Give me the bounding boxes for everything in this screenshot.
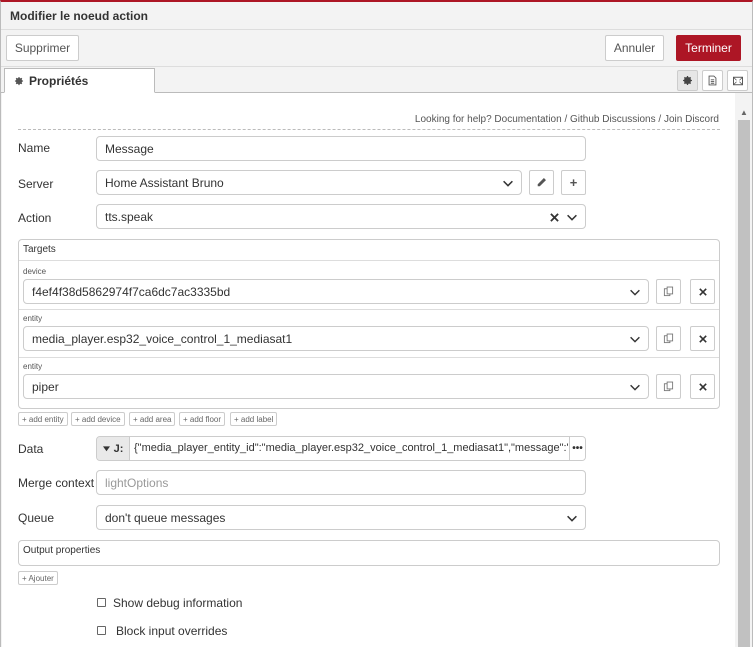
close-icon <box>698 287 707 296</box>
pencil-icon <box>537 178 546 187</box>
tab-description[interactable] <box>702 70 723 91</box>
merge-context-placeholder: lightOptions <box>105 475 169 490</box>
tab-properties-label: Propriétés <box>29 73 89 88</box>
target-kind-label: entity <box>23 362 43 371</box>
close-icon <box>698 382 707 391</box>
close-icon <box>698 334 707 343</box>
entity-select[interactable]: media_player.esp32_voice_control_1_media… <box>23 326 649 351</box>
merge-context-input[interactable]: lightOptions <box>96 470 586 495</box>
cancel-button[interactable]: Annuler <box>605 35 664 61</box>
clear-icon[interactable] <box>550 213 559 222</box>
edit-tray: Modifier le noeud action Supprimer Annul… <box>0 0 753 647</box>
server-value: Home Assistant Bruno <box>105 175 224 190</box>
add-server-button[interactable]: + <box>561 170 586 195</box>
entity-select[interactable]: piper <box>23 374 649 399</box>
debug-label: Show debug information <box>113 596 243 610</box>
action-select[interactable]: tts.speak <box>96 204 586 229</box>
tray-toolbar: Supprimer Annuler Terminer <box>1 31 752 67</box>
tabs-row: Propriétés <box>1 68 752 93</box>
delete-button[interactable]: Supprimer <box>6 35 79 61</box>
queue-label: Queue <box>18 511 55 525</box>
server-label: Server <box>18 177 54 191</box>
queue-value: don't queue messages <box>105 510 226 525</box>
data-input[interactable]: J: {"media_player_entity_id":"media_play… <box>96 436 586 461</box>
merge-context-label: Merge context <box>18 476 95 490</box>
add-label-button[interactable]: + add label <box>230 412 278 426</box>
plus-icon: + <box>569 175 578 190</box>
add-area-button[interactable]: + add area <box>129 412 176 426</box>
scrollbar-thumb[interactable] <box>738 120 750 647</box>
entity-value: media_player.esp32_voice_control_1_media… <box>32 331 293 346</box>
appearance-icon <box>732 76 743 85</box>
chevron-down-icon <box>630 336 640 343</box>
help-prefix: Looking for help? <box>414 114 492 125</box>
name-label: Name <box>18 141 51 155</box>
properties-panel: Looking for help? Documentation / Github… <box>2 93 735 647</box>
add-floor-button[interactable]: + add floor <box>179 412 226 426</box>
target-kind-label: device <box>23 267 47 276</box>
copy-button[interactable] <box>656 279 681 304</box>
targets-title: Targets <box>23 244 56 255</box>
data-value: {"media_player_entity_id":"media_player.… <box>130 437 569 460</box>
type-selector[interactable]: J: <box>97 437 130 460</box>
edit-server-button[interactable] <box>529 170 554 195</box>
entity-value: piper <box>32 379 59 394</box>
queue-select[interactable]: don't queue messages <box>96 505 586 530</box>
server-select[interactable]: Home Assistant Bruno <box>96 170 522 195</box>
scrollbar[interactable]: ▲ <box>736 104 752 647</box>
tray-title: Modifier le noeud action <box>1 2 752 30</box>
chevron-down-icon <box>567 214 577 221</box>
device-value: f4ef4f38d5862974f7ca6dc7ac3335bd <box>32 284 231 299</box>
block-overrides-checkbox[interactable] <box>97 626 106 635</box>
tab-appearance[interactable] <box>727 70 748 91</box>
target-row: entity piper <box>19 357 719 407</box>
done-button[interactable]: Terminer <box>676 35 741 61</box>
add-device-button[interactable]: + add device <box>71 412 125 426</box>
debug-checkbox[interactable] <box>97 598 106 607</box>
device-select[interactable]: f4ef4f38d5862974f7ca6dc7ac3335bd <box>23 279 649 304</box>
targets-group: Targets device f4ef4f38d5862974f7ca6dc7a… <box>18 239 720 409</box>
target-row: entity media_player.esp32_voice_control_… <box>19 309 719 357</box>
caret-down-icon <box>102 446 110 452</box>
remove-target-button[interactable] <box>690 374 715 399</box>
gear-icon <box>683 76 692 85</box>
add-output-button[interactable]: + Ajouter <box>18 571 58 585</box>
file-text-icon <box>708 75 717 86</box>
json-type-icon: J: <box>113 442 124 455</box>
copy-icon <box>663 381 674 392</box>
output-properties-group: Output properties <box>18 540 720 566</box>
documentation-link[interactable]: Documentation <box>494 114 561 125</box>
add-entity-button[interactable]: + add entity <box>18 412 68 426</box>
scroll-up-arrow-icon[interactable]: ▲ <box>736 104 752 120</box>
github-discussions-link[interactable]: Github Discussions <box>570 114 656 125</box>
tab-properties[interactable]: Propriétés <box>4 68 155 93</box>
chevron-down-icon <box>630 384 640 391</box>
chevron-down-icon <box>567 515 577 522</box>
remove-target-button[interactable] <box>690 279 715 304</box>
remove-target-button[interactable] <box>690 326 715 351</box>
copy-button[interactable] <box>656 374 681 399</box>
data-label: Data <box>18 442 44 456</box>
join-discord-link[interactable]: Join Discord <box>664 114 719 125</box>
chevron-down-icon <box>630 289 640 296</box>
output-properties-title: Output properties <box>23 545 101 556</box>
expand-editor-button[interactable]: ••• <box>569 437 585 460</box>
tab-settings[interactable] <box>677 70 698 91</box>
copy-button[interactable] <box>656 326 681 351</box>
block-overrides-label: Block input overrides <box>116 624 228 638</box>
target-kind-label: entity <box>23 314 43 323</box>
copy-icon <box>663 333 674 344</box>
divider <box>18 129 720 130</box>
name-input[interactable]: Message <box>96 136 586 161</box>
action-value: tts.speak <box>105 209 154 224</box>
copy-icon <box>663 286 674 297</box>
help-links: Looking for help? Documentation / Github… <box>414 114 719 125</box>
target-row: device f4ef4f38d5862974f7ca6dc7ac3335bd <box>19 260 719 308</box>
action-label: Action <box>18 211 52 225</box>
chevron-down-icon <box>503 180 513 187</box>
gear-icon <box>14 76 24 85</box>
